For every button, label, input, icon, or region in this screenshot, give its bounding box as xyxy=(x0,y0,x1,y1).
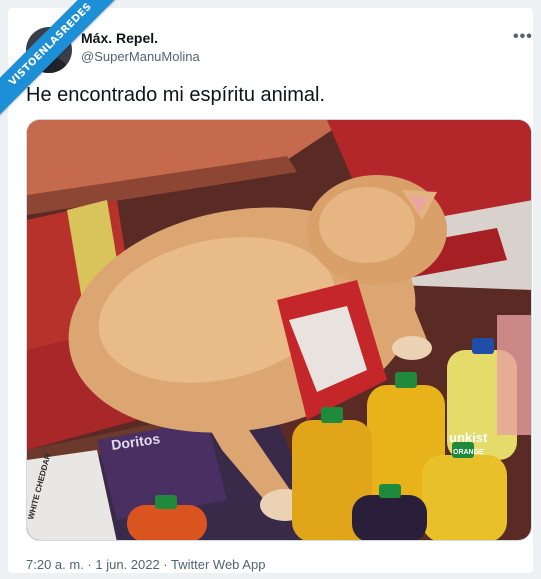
bottle-label-b: ORANGE xyxy=(453,449,484,456)
tweet-timestamp[interactable]: 7:20 a. m. · 1 jun. 2022 · Twitter Web A… xyxy=(26,557,265,572)
watermark-corner: VISTOENLASREDES xyxy=(0,0,130,130)
more-options-icon[interactable]: ••• xyxy=(513,28,533,46)
bottle-label-a: unkist xyxy=(449,430,488,445)
cat-in-chips-photo: Doritos WHITE CHEDDAR unkist ORANGE xyxy=(27,120,531,540)
tweet-photo[interactable]: Doritos WHITE CHEDDAR unkist ORANGE xyxy=(26,119,532,541)
watermark-ribbon: VISTOENLASREDES xyxy=(0,0,128,122)
